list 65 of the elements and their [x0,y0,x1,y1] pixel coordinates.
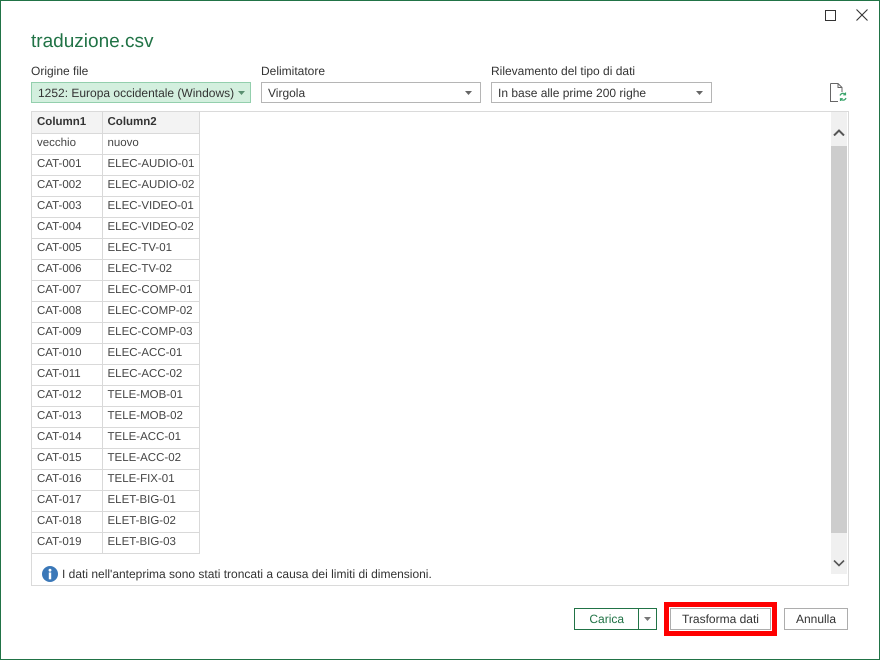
table-cell: CAT-001 [32,154,102,175]
table-cell: TELE-FIX-01 [102,469,200,490]
table-cell: ELEC-AUDIO-02 [102,175,200,196]
table-cell: CAT-006 [32,259,102,280]
table-cell: ELEC-ACC-02 [102,364,200,385]
document-refresh-icon[interactable] [830,83,847,102]
scrollbar-track[interactable] [831,112,847,574]
table-cell: CAT-015 [32,448,102,469]
table-cell: ELEC-COMP-01 [102,280,200,301]
table-cell: ELET-BIG-03 [102,532,200,553]
column-header: Column1 [32,112,102,133]
table-cell: TELE-MOB-01 [102,385,200,406]
chevron-up-icon[interactable] [833,128,845,136]
table-cell: CAT-008 [32,301,102,322]
table-cell: CAT-003 [32,196,102,217]
column-header: Column2 [102,112,200,133]
field-label: Delimitatore [261,63,326,79]
notice-text: I dati nell'anteprima sono stati troncati a causa dei limiti di dimensioni. [62,567,432,582]
table-cell: CAT-017 [32,490,102,511]
close-icon[interactable] [856,9,868,21]
window-title: traduzione.csv [31,30,154,54]
caret-icon [696,90,703,94]
chevron-down-icon[interactable] [833,560,845,567]
table-cell: TELE-ACC-01 [102,427,200,448]
table-cell: ELEC-TV-02 [102,259,200,280]
table-cell: CAT-012 [32,385,102,406]
scrollbar-thumb[interactable] [831,146,847,533]
table-cell: CAT-019 [32,532,102,553]
maximize-icon[interactable] [825,10,836,20]
dropdown[interactable]: In base alle prime 200 righe [491,82,712,103]
table-cell: CAT-013 [32,406,102,427]
load-button[interactable]: Carica [575,608,638,628]
table-cell: ELET-BIG-01 [102,490,200,511]
table-cell: CAT-002 [32,175,102,196]
field-label: Origine file [31,63,88,79]
table-cell: CAT-011 [32,364,102,385]
table-cell: nuovo [102,133,200,154]
table-cell: ELET-BIG-02 [102,511,200,532]
table-cell: ELEC-VIDEO-01 [102,196,200,217]
table-cell: CAT-005 [32,238,102,259]
caret-icon [465,90,472,94]
dropdown[interactable]: Virgola [261,82,481,103]
caret-icon [238,90,246,94]
table-cell: ELEC-COMP-02 [102,301,200,322]
table-cell: CAT-010 [32,343,102,364]
table-cell: CAT-009 [32,322,102,343]
table-cell: ELEC-TV-01 [102,238,200,259]
dropdown[interactable]: 1252: Europa occidentale (Windows) [31,82,251,103]
table-cell: TELE-MOB-02 [102,406,200,427]
table-cell: vecchio [32,133,102,154]
table-cell: CAT-007 [32,280,102,301]
action-button[interactable]: Annulla [784,608,848,630]
info-icon [42,566,58,582]
caret-icon [644,616,652,620]
table-cell: ELEC-AUDIO-01 [102,154,200,175]
field-label: Rilevamento del tipo di dati [491,63,636,79]
table-cell: CAT-016 [32,469,102,490]
table-cell: CAT-004 [32,217,102,238]
action-button[interactable]: Trasforma dati [670,608,771,630]
table-cell: ELEC-COMP-03 [102,322,200,343]
table-cell: ELEC-ACC-01 [102,343,200,364]
table-cell: CAT-018 [32,511,102,532]
table-cell: TELE-ACC-02 [102,448,200,469]
table-cell: ELEC-VIDEO-02 [102,217,200,238]
table-cell: CAT-014 [32,427,102,448]
